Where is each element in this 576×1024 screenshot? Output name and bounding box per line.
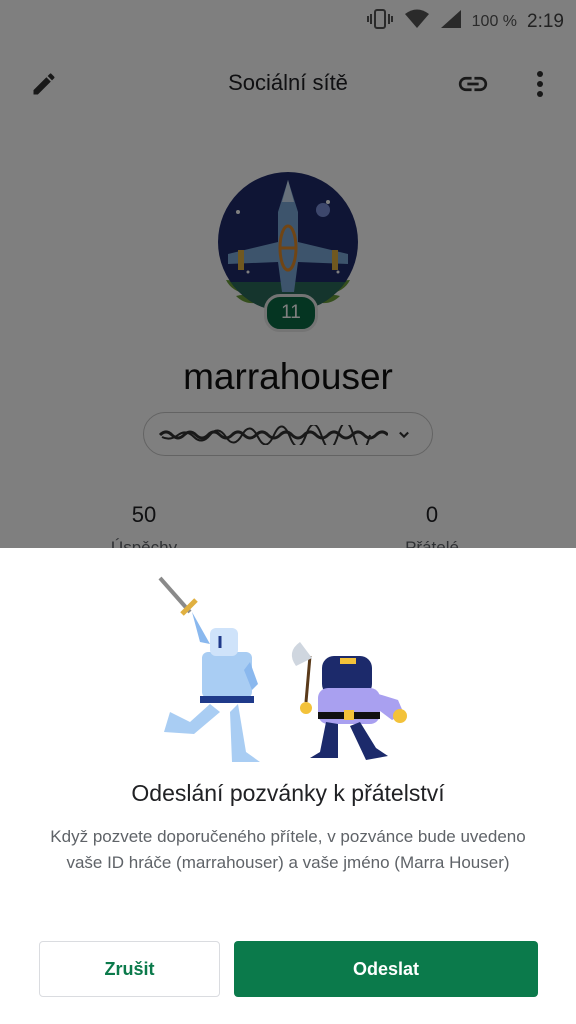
dialog-title: Odeslání pozvánky k přátelství [131, 780, 445, 806]
knights-illustration [158, 576, 407, 762]
dialog-body: Když pozvete doporučeného přítele, v poz… [50, 827, 526, 872]
cancel-button[interactable]: Zrušit [39, 941, 220, 997]
friend-invite-sheet: Odeslání pozvánky k přátelství Když pozv… [0, 548, 576, 1024]
send-button[interactable]: Odeslat [234, 941, 538, 997]
